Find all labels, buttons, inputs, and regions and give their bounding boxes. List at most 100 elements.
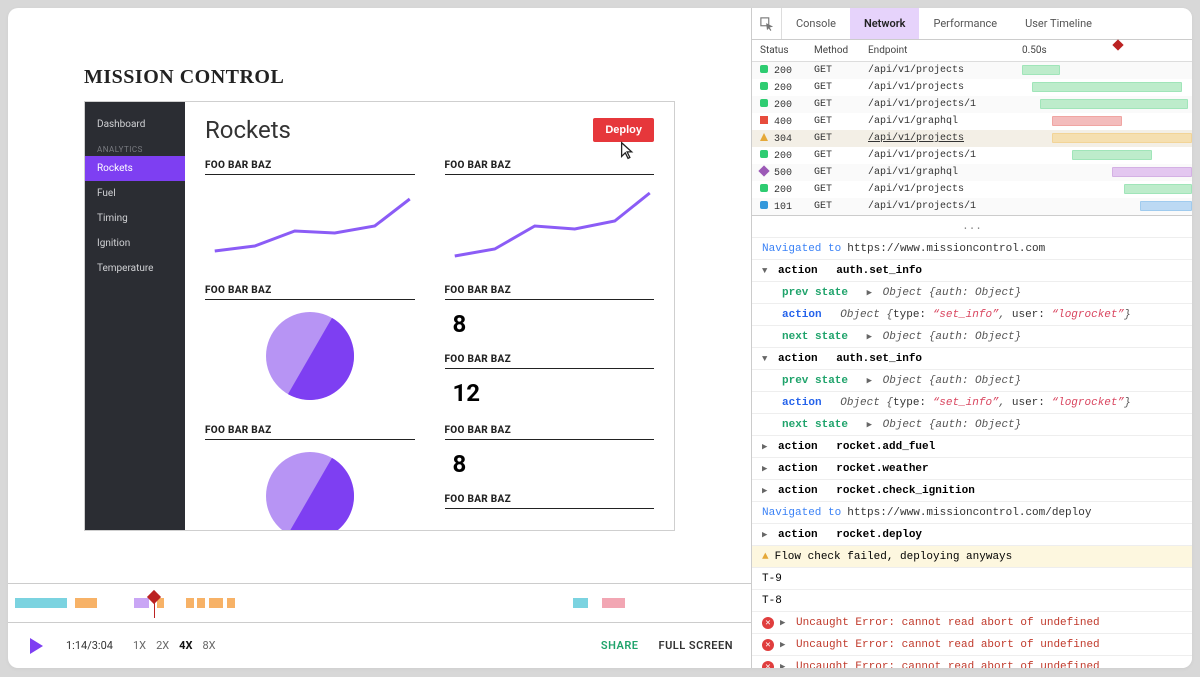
network-row[interactable]: 500GET/api/v1/graphql — [752, 164, 1192, 181]
log-ellipsis: ... — [752, 216, 1192, 238]
sidebar-item-dashboard[interactable]: Dashboard — [85, 112, 185, 137]
log-next-state: next state ▶Object {auth: Object} — [752, 326, 1192, 348]
status-icon — [760, 201, 768, 209]
speed-4x[interactable]: 4X — [179, 639, 192, 652]
log-warning: ▲Flow check failed, deploying anyways — [752, 546, 1192, 568]
status-icon — [760, 116, 768, 124]
stat-stack: FOO BAR BAZ 8 FOO BAR BAZ — [445, 425, 655, 530]
log-next-state: next state ▶Object {auth: Object} — [752, 414, 1192, 436]
card-title: FOO BAR BAZ — [445, 285, 655, 300]
chart-card: FOO BAR BAZ — [205, 285, 415, 415]
network-row[interactable]: 200GET/api/v1/projects/1 — [752, 147, 1192, 164]
speed-1x[interactable]: 1X — [133, 639, 146, 652]
sidebar-item-ignition[interactable]: Ignition — [85, 231, 185, 256]
share-button[interactable]: SHARE — [601, 639, 639, 652]
network-row[interactable]: 200GET/api/v1/projects — [752, 79, 1192, 96]
log-action-payload: action Object {type: “set_info”, user: “… — [752, 304, 1192, 326]
log-action-collapsed[interactable]: ▶action rocket.weather — [752, 458, 1192, 480]
log-action-collapsed[interactable]: ▶action rocket.deploy — [752, 524, 1192, 546]
waterfall-bar — [1032, 82, 1182, 92]
chart-card: FOO BAR BAZ — [445, 160, 655, 275]
session-viewport: MISSION CONTROL Dashboard ANALYTICS Rock… — [8, 8, 751, 583]
network-header: Status Method Endpoint 0.50s — [752, 40, 1192, 62]
sidebar-item-fuel[interactable]: Fuel — [85, 181, 185, 206]
tab-performance[interactable]: Performance — [919, 8, 1011, 39]
log-error[interactable]: ✕▶Uncaught Error: cannot read abort of u… — [752, 612, 1192, 634]
log-text: T-8 — [752, 590, 1192, 612]
log-error[interactable]: ✕▶Uncaught Error: cannot read abort of u… — [752, 634, 1192, 656]
status-icon — [760, 150, 768, 158]
network-row[interactable]: 101GET/api/v1/projects/1 — [752, 198, 1192, 215]
log-error[interactable]: ✕▶Uncaught Error: cannot read abort of u… — [752, 656, 1192, 668]
chart-card: FOO BAR BAZ — [205, 425, 415, 530]
app-frame: MISSION CONTROL Dashboard ANALYTICS Rock… — [8, 8, 1192, 668]
timeline-segment[interactable] — [602, 598, 624, 608]
card-title: FOO BAR BAZ — [205, 160, 415, 175]
log-action-collapsed[interactable]: ▶action rocket.add_fuel — [752, 436, 1192, 458]
network-row[interactable]: 200GET/api/v1/projects — [752, 181, 1192, 198]
playback-bar: 1:14/3:04 1X 2X 4X 8X SHARE FULL SCREEN — [8, 623, 751, 668]
timeline-segment[interactable] — [15, 598, 67, 608]
timeline-segment[interactable] — [134, 598, 149, 608]
sidebar-item-rockets[interactable]: Rockets — [85, 156, 185, 181]
col-method: Method — [814, 45, 868, 56]
waterfall-bar — [1052, 116, 1122, 126]
timeline-segment[interactable] — [573, 598, 588, 608]
speed-2x[interactable]: 2X — [156, 639, 169, 652]
error-icon: ✕ — [762, 639, 774, 651]
status-icon — [760, 65, 768, 73]
line-chart — [205, 181, 415, 271]
line-chart — [445, 181, 655, 271]
tab-console[interactable]: Console — [782, 8, 850, 39]
status-icon — [760, 184, 768, 192]
inspect-icon[interactable] — [752, 8, 782, 39]
page-heading: Rockets — [205, 116, 291, 144]
play-button[interactable] — [26, 636, 46, 656]
time-label: 0.50s — [1022, 45, 1047, 56]
network-row[interactable]: 200GET/api/v1/projects — [752, 62, 1192, 79]
status-icon — [760, 82, 768, 90]
timeline-segment[interactable] — [227, 598, 234, 608]
tab-network[interactable]: Network — [850, 8, 920, 39]
sidebar-item-timing[interactable]: Timing — [85, 206, 185, 231]
timeline-segment[interactable] — [197, 598, 204, 608]
main-content: Rockets Deploy FOO BAR — [185, 102, 674, 530]
waterfall-bar — [1112, 167, 1192, 177]
timeline-segment[interactable] — [186, 598, 193, 608]
log-action[interactable]: ▼action auth.set_info — [752, 348, 1192, 370]
col-status: Status — [760, 45, 814, 56]
deploy-button[interactable]: Deploy — [593, 118, 654, 142]
log-action[interactable]: ▼action auth.set_info — [752, 260, 1192, 282]
session-viewer-pane: MISSION CONTROL Dashboard ANALYTICS Rock… — [8, 8, 752, 668]
card-title: FOO BAR BAZ — [205, 285, 415, 300]
stat-value: 12 — [445, 375, 655, 415]
error-icon: ✕ — [762, 617, 774, 629]
fullscreen-button[interactable]: FULL SCREEN — [659, 639, 733, 652]
timeline-segment[interactable] — [209, 598, 224, 608]
pie-chart — [260, 306, 360, 406]
speed-8x[interactable]: 8X — [202, 639, 215, 652]
network-row[interactable]: 200GET/api/v1/projects/1 — [752, 96, 1192, 113]
card-title: FOO BAR BAZ — [205, 425, 415, 440]
log-action-payload: action Object {type: “set_info”, user: “… — [752, 392, 1192, 414]
tab-user-timeline[interactable]: User Timeline — [1011, 8, 1106, 39]
card-title: FOO BAR BAZ — [445, 354, 655, 369]
devtools-pane: Console Network Performance User Timelin… — [752, 8, 1192, 668]
log-action-collapsed[interactable]: ▶action rocket.check_ignition — [752, 480, 1192, 502]
app-title: MISSION CONTROL — [84, 66, 675, 89]
sidebar-section-label: ANALYTICS — [85, 137, 185, 156]
speed-controls: 1X 2X 4X 8X — [133, 639, 216, 652]
status-icon — [758, 165, 769, 176]
waterfall-bar — [1140, 201, 1192, 211]
timeline[interactable] — [8, 583, 751, 623]
waterfall-bar — [1040, 99, 1188, 109]
log-navigation: Navigated to https://www.missioncontrol.… — [752, 502, 1192, 524]
col-time: 0.50s — [1022, 45, 1192, 56]
col-endpoint: Endpoint — [868, 45, 1022, 56]
network-row[interactable]: 304GET/api/v1/projects — [752, 130, 1192, 147]
timeline-segment[interactable] — [75, 598, 97, 608]
sidebar-item-temperature[interactable]: Temperature — [85, 256, 185, 281]
console-log[interactable]: ... Navigated to https://www.missioncont… — [752, 215, 1192, 668]
waterfall-bar — [1052, 133, 1192, 143]
network-row[interactable]: 400GET/api/v1/graphql — [752, 113, 1192, 130]
